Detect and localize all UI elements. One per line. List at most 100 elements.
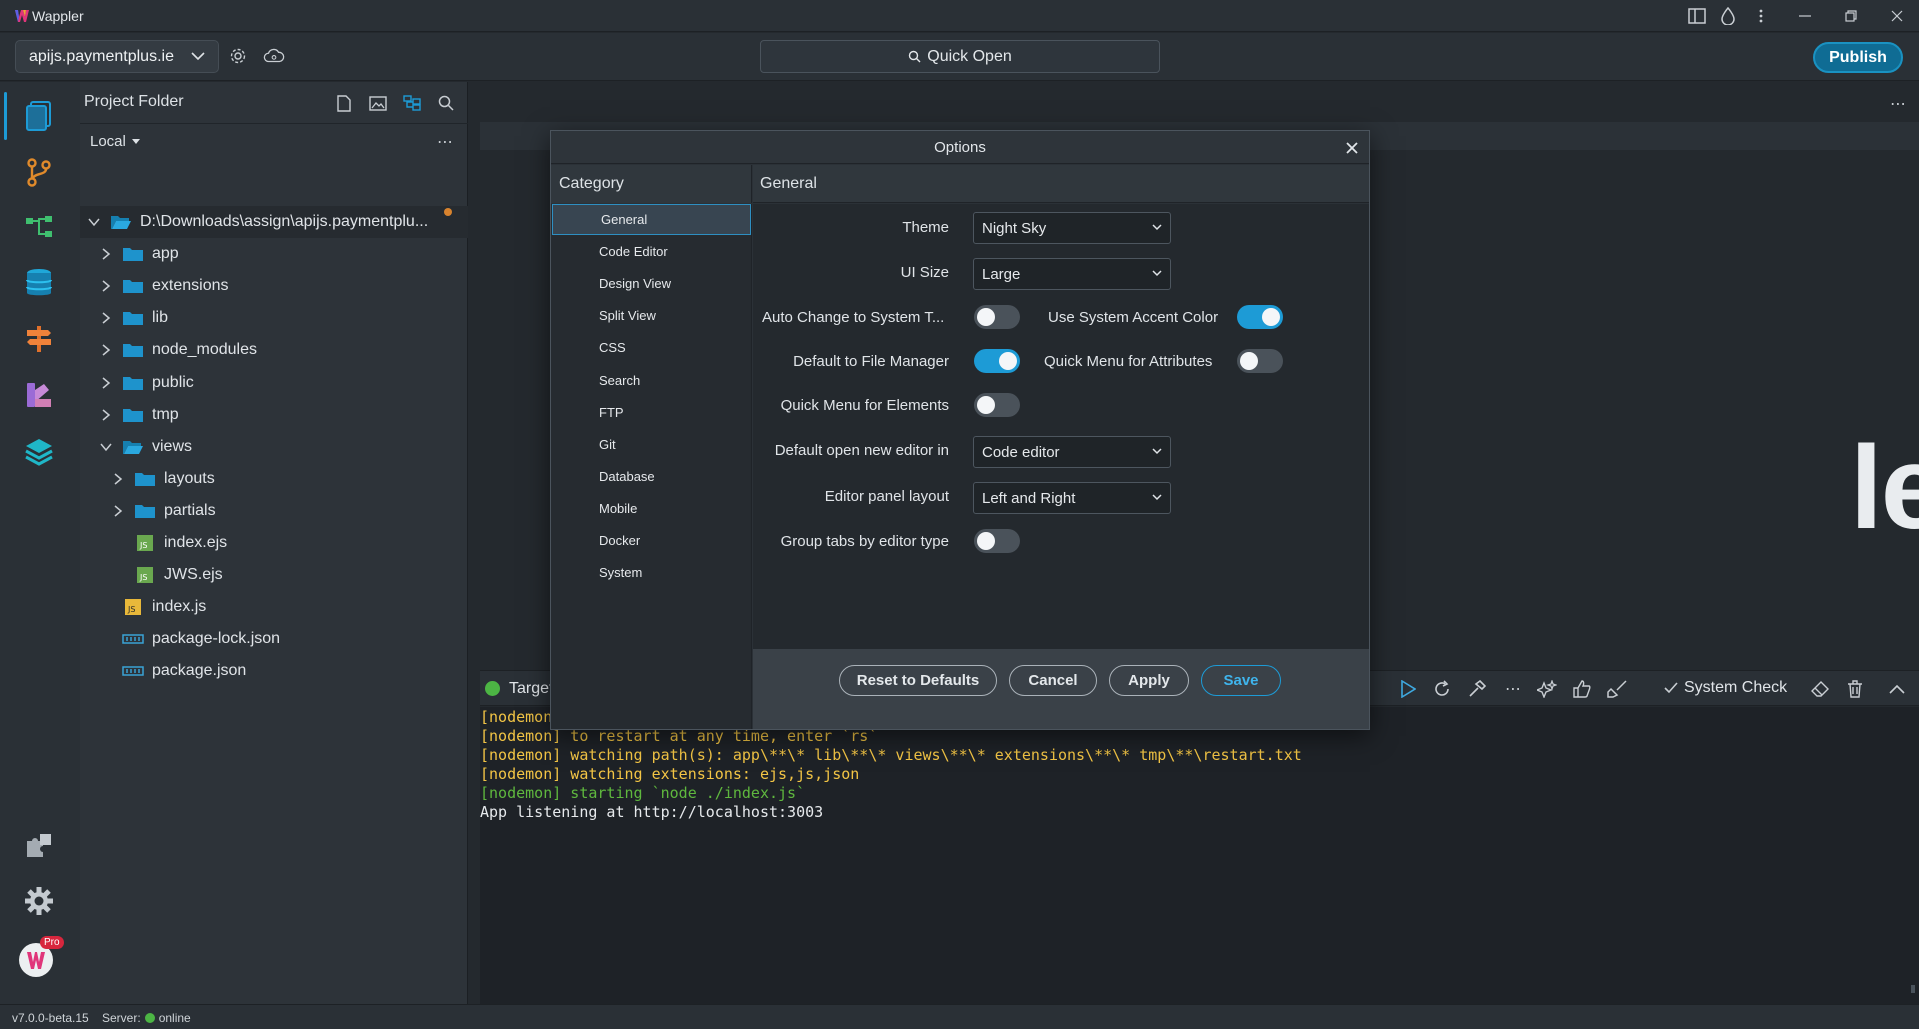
- tree-item[interactable]: JS index.ejs: [80, 527, 468, 559]
- category-item[interactable]: Database: [551, 461, 752, 492]
- run-play-icon[interactable]: [1397, 678, 1419, 700]
- restore-icon[interactable]: [1840, 6, 1862, 26]
- system-accent-toggle[interactable]: [1237, 305, 1283, 329]
- quick-menu-elements-toggle[interactable]: [974, 393, 1020, 417]
- search-icon: [909, 50, 921, 63]
- theme-select[interactable]: Night Sky: [973, 212, 1171, 244]
- tree-item[interactable]: JS index.js: [80, 591, 468, 623]
- target-status-dot: [485, 681, 500, 696]
- extensions-puzzle-icon[interactable]: [20, 827, 58, 865]
- terminal-more-icon[interactable]: ⋯: [1502, 678, 1524, 700]
- chevron-right-icon[interactable]: [100, 409, 112, 421]
- tree-item[interactable]: layouts: [80, 463, 468, 495]
- routing-signpost-icon[interactable]: [20, 320, 58, 358]
- chevron-right-icon[interactable]: [100, 280, 112, 292]
- panel-layout-select[interactable]: Left and Right: [973, 482, 1171, 514]
- tree-item[interactable]: public: [80, 367, 468, 399]
- git-branch-icon[interactable]: [20, 153, 58, 191]
- group-tabs-toggle[interactable]: [974, 529, 1020, 553]
- quick-open-bar[interactable]: Quick Open: [760, 40, 1160, 73]
- tree-item[interactable]: views: [80, 431, 468, 463]
- chevron-down-icon[interactable]: [88, 216, 100, 228]
- ui-size-select[interactable]: Large: [973, 258, 1171, 290]
- project-select[interactable]: apijs.paymentplus.ie: [15, 40, 219, 73]
- category-item[interactable]: Split View: [551, 300, 752, 331]
- tree-item[interactable]: app: [80, 238, 468, 270]
- auto-change-theme-toggle[interactable]: [974, 305, 1020, 329]
- tree-item[interactable]: partials: [80, 495, 468, 527]
- theme-drop-icon[interactable]: [1717, 6, 1739, 26]
- category-item[interactable]: System: [551, 557, 752, 588]
- broom-clean-icon[interactable]: [1606, 678, 1628, 700]
- category-item[interactable]: Mobile: [551, 493, 752, 524]
- chevron-right-icon[interactable]: [100, 248, 112, 260]
- category-item[interactable]: Design View: [551, 268, 752, 299]
- apply-button[interactable]: Apply: [1109, 665, 1189, 696]
- category-header: Category: [551, 165, 752, 203]
- tree-item[interactable]: JS JWS.ejs: [80, 559, 468, 591]
- settings-gear-icon[interactable]: [20, 882, 58, 920]
- account-avatar[interactable]: Pro: [14, 936, 64, 982]
- tree-item-label: index.js: [152, 598, 207, 616]
- tree-item[interactable]: lib: [80, 302, 468, 334]
- server-status[interactable]: Server: online: [102, 1011, 191, 1025]
- panel-more-icon[interactable]: ⋯: [437, 132, 453, 152]
- database-icon[interactable]: [20, 264, 58, 302]
- new-file-icon[interactable]: [333, 92, 355, 114]
- cancel-button[interactable]: Cancel: [1009, 665, 1097, 696]
- minimize-icon[interactable]: [1794, 6, 1816, 26]
- cloud-sync-icon[interactable]: [263, 46, 285, 66]
- tree-view-icon[interactable]: [401, 92, 423, 114]
- tree-item[interactable]: package.json: [80, 655, 468, 687]
- design-palette-icon[interactable]: [20, 376, 58, 414]
- eraser-icon[interactable]: [1809, 678, 1831, 700]
- chevron-right-icon[interactable]: [112, 505, 124, 517]
- ai-sparkle-icon[interactable]: [1536, 678, 1558, 700]
- category-item[interactable]: Docker: [551, 525, 752, 556]
- project-settings-gear-icon[interactable]: [227, 46, 249, 66]
- assets-image-icon[interactable]: [367, 92, 389, 114]
- layout-toggle-icon[interactable]: [1686, 6, 1708, 26]
- category-item[interactable]: FTP: [551, 397, 752, 428]
- category-item[interactable]: Search: [551, 365, 752, 396]
- category-item[interactable]: General: [552, 204, 751, 235]
- close-window-icon[interactable]: [1886, 6, 1908, 26]
- reset-defaults-button[interactable]: Reset to Defaults: [839, 665, 997, 696]
- trash-icon[interactable]: [1844, 678, 1866, 700]
- publish-button[interactable]: Publish: [1813, 42, 1903, 73]
- quick-menu-attributes-toggle[interactable]: [1237, 349, 1283, 373]
- restart-icon[interactable]: [1431, 678, 1453, 700]
- project-panel-title: Project Folder: [84, 93, 184, 110]
- file-manager-toggle[interactable]: [974, 349, 1020, 373]
- chevron-right-icon[interactable]: [100, 376, 112, 389]
- project-files-icon[interactable]: [20, 97, 58, 135]
- search-files-icon[interactable]: [435, 92, 457, 114]
- close-icon[interactable]: [1343, 139, 1361, 157]
- thumbs-up-icon[interactable]: [1571, 678, 1593, 700]
- layers-icon[interactable]: [20, 432, 58, 470]
- collapse-panel-chevron-icon[interactable]: [1886, 678, 1908, 700]
- open-editor-select[interactable]: Code editor: [973, 436, 1171, 468]
- category-item[interactable]: Git: [551, 429, 752, 460]
- terminal-scrollbar[interactable]: [1911, 985, 1915, 993]
- chevron-right-icon[interactable]: [100, 344, 112, 356]
- save-button[interactable]: Save: [1201, 665, 1281, 696]
- app-menu-icon[interactable]: [1750, 6, 1772, 26]
- tree-item[interactable]: extensions: [80, 270, 468, 302]
- target-label[interactable]: Target: [509, 680, 553, 698]
- chevron-right-icon[interactable]: [100, 312, 112, 324]
- category-item[interactable]: CSS: [551, 332, 752, 363]
- terminal-output[interactable]: [nodemon [nodemon] to restart at any time…: [480, 707, 1919, 1004]
- tree-item[interactable]: node_modules: [80, 334, 468, 366]
- system-check-button[interactable]: System Check: [1664, 679, 1787, 697]
- tree-item[interactable]: tmp: [80, 399, 468, 431]
- chevron-right-icon[interactable]: [112, 473, 124, 485]
- chevron-down-icon[interactable]: [100, 441, 112, 453]
- workflow-icon[interactable]: [20, 208, 58, 246]
- tree-item[interactable]: package-lock.json: [80, 623, 468, 655]
- editor-more-icon[interactable]: ⋯: [1890, 94, 1906, 114]
- build-hammer-icon[interactable]: [1466, 678, 1488, 700]
- location-select[interactable]: Local: [90, 133, 140, 150]
- tree-item[interactable]: D:\Downloads\assign\apijs.paymentplu...: [80, 206, 468, 238]
- category-item[interactable]: Code Editor: [551, 236, 752, 267]
